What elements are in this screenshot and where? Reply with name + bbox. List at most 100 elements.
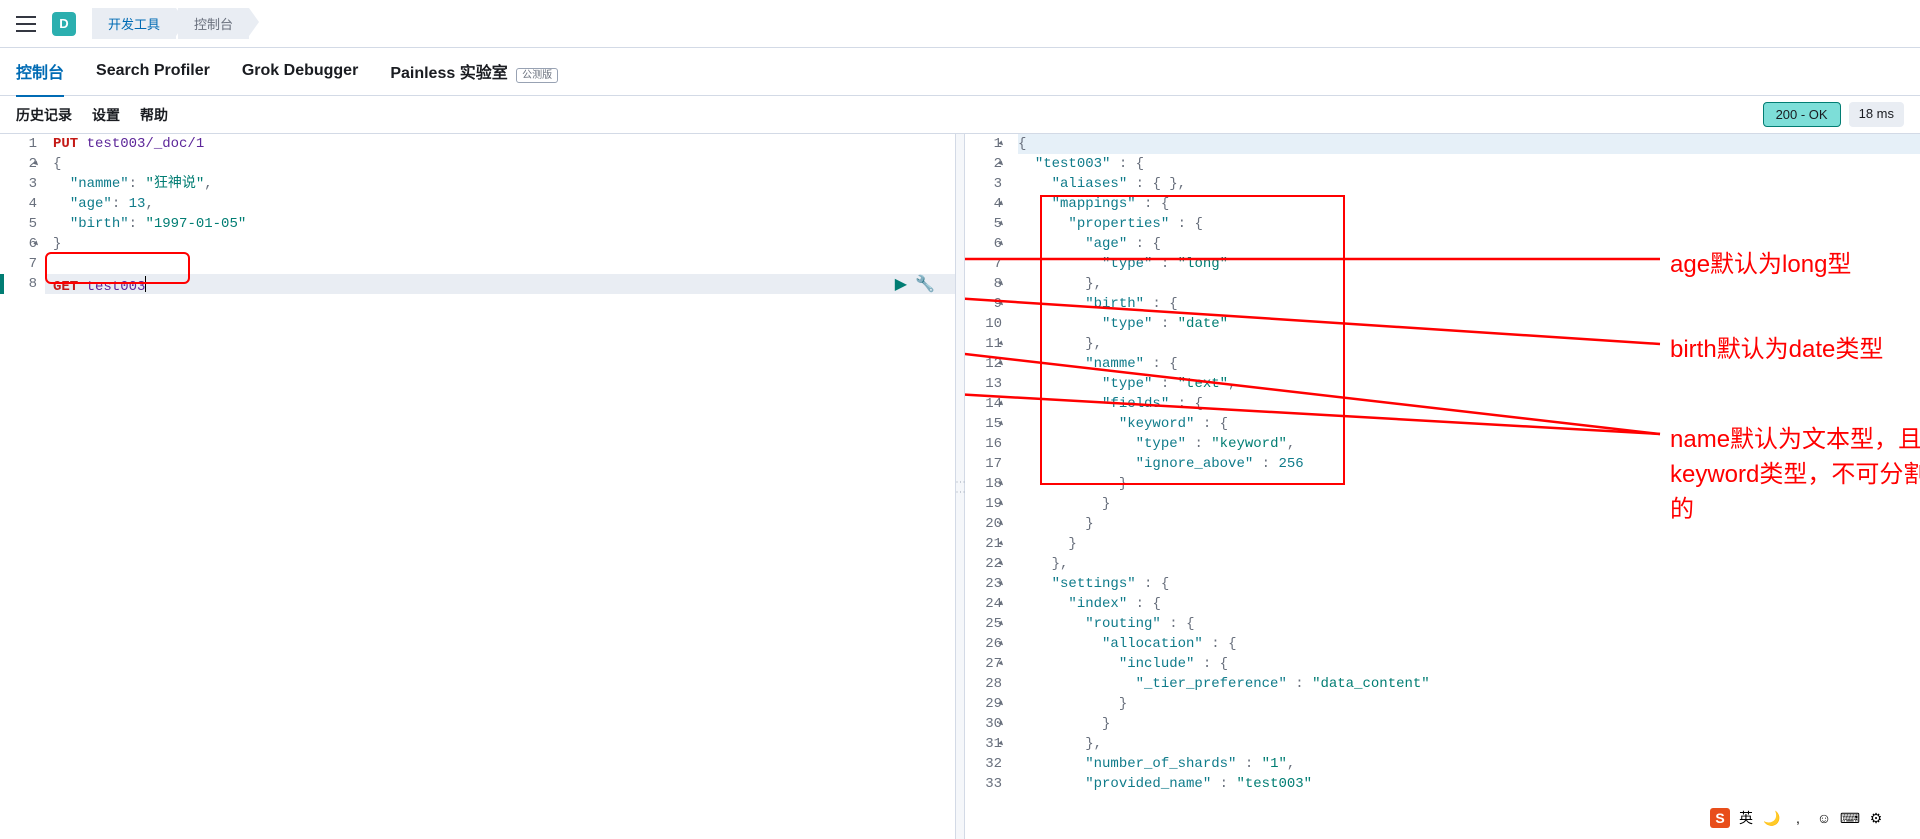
ime-icon[interactable]: S bbox=[1710, 808, 1730, 828]
play-icon[interactable]: ▶ bbox=[895, 274, 907, 294]
code-line[interactable]: } bbox=[53, 234, 955, 254]
fold-arrow-icon[interactable]: ▸ bbox=[993, 195, 1010, 212]
fold-arrow-icon[interactable]: ▸ bbox=[28, 155, 45, 172]
code-line[interactable]: "number_of_shards" : "1", bbox=[1018, 754, 1920, 774]
code-line[interactable]: "properties" : { bbox=[1018, 214, 1920, 234]
code-line[interactable]: }, bbox=[1018, 734, 1920, 754]
line-number: 29▸ bbox=[965, 694, 1002, 714]
code-line[interactable]: } bbox=[1018, 474, 1920, 494]
code-line[interactable]: GET test003 bbox=[53, 274, 955, 294]
code-line[interactable]: "age": 13, bbox=[53, 194, 955, 214]
line-number: 16 bbox=[965, 434, 1002, 454]
fold-arrow-icon[interactable]: ▸ bbox=[993, 335, 1010, 352]
code-line[interactable]: "fields" : { bbox=[1018, 394, 1920, 414]
tab-grok-debugger[interactable]: Grok Debugger bbox=[242, 50, 358, 94]
code-line[interactable]: "keyword" : { bbox=[1018, 414, 1920, 434]
taskbar: S 英 🌙 , ☺ ⌨ ⚙ bbox=[1706, 807, 1890, 829]
fold-arrow-icon[interactable]: ▸ bbox=[993, 695, 1010, 712]
code-line[interactable]: { bbox=[1018, 134, 1920, 154]
keyboard-icon[interactable]: ⌨ bbox=[1840, 808, 1860, 828]
code-line[interactable]: }, bbox=[1018, 274, 1920, 294]
fold-arrow-icon[interactable]: ▸ bbox=[993, 355, 1010, 372]
fold-arrow-icon[interactable]: ▸ bbox=[28, 235, 45, 252]
fold-arrow-icon[interactable]: ▸ bbox=[993, 535, 1010, 552]
fold-arrow-icon[interactable]: ▸ bbox=[993, 515, 1010, 532]
fold-arrow-icon[interactable]: ▸ bbox=[993, 235, 1010, 252]
code-line[interactable]: "index" : { bbox=[1018, 594, 1920, 614]
code-line[interactable]: "namme" : { bbox=[1018, 354, 1920, 374]
code-line[interactable] bbox=[53, 254, 955, 274]
code-line[interactable]: "settings" : { bbox=[1018, 574, 1920, 594]
fold-arrow-icon[interactable]: ▸ bbox=[993, 575, 1010, 592]
menu-icon[interactable] bbox=[16, 16, 36, 32]
fold-arrow-icon[interactable]: ▸ bbox=[993, 615, 1010, 632]
code-line[interactable]: }, bbox=[1018, 554, 1920, 574]
moon-icon[interactable]: 🌙 bbox=[1762, 808, 1782, 828]
code-line[interactable]: } bbox=[1018, 514, 1920, 534]
fold-arrow-icon[interactable]: ▸ bbox=[993, 275, 1010, 292]
code-line[interactable]: "namme": "狂神说", bbox=[53, 174, 955, 194]
code-line[interactable]: } bbox=[1018, 714, 1920, 734]
tabs-bar: 控制台 Search Profiler Grok Debugger Painle… bbox=[0, 48, 1920, 96]
code-line[interactable]: "type" : "date" bbox=[1018, 314, 1920, 334]
fold-arrow-icon[interactable]: ▸ bbox=[993, 635, 1010, 652]
beta-badge: 公测版 bbox=[516, 68, 558, 83]
logo-badge[interactable]: D bbox=[52, 12, 76, 36]
code-line[interactable]: "type" : "long" bbox=[1018, 254, 1920, 274]
fold-arrow-icon[interactable]: ▸ bbox=[993, 415, 1010, 432]
code-line[interactable]: "routing" : { bbox=[1018, 614, 1920, 634]
tab-search-profiler[interactable]: Search Profiler bbox=[96, 50, 210, 94]
smile-icon[interactable]: ☺ bbox=[1814, 808, 1834, 828]
response-content[interactable]: { "test003" : { "aliases" : { }, "mappin… bbox=[1010, 134, 1920, 839]
dot-icon[interactable]: , bbox=[1788, 808, 1808, 828]
fold-arrow-icon[interactable]: ▸ bbox=[993, 715, 1010, 732]
fold-arrow-icon[interactable]: ▸ bbox=[993, 395, 1010, 412]
line-number: 21▸ bbox=[965, 534, 1002, 554]
tab-painless-label: Painless 实验室 bbox=[390, 65, 507, 82]
fold-arrow-icon[interactable]: ▸ bbox=[993, 495, 1010, 512]
fold-arrow-icon[interactable]: ▸ bbox=[993, 295, 1010, 312]
code-line[interactable]: "include" : { bbox=[1018, 654, 1920, 674]
code-line[interactable]: "allocation" : { bbox=[1018, 634, 1920, 654]
sub-menu-help[interactable]: 帮助 bbox=[140, 105, 168, 125]
code-line[interactable]: } bbox=[1018, 534, 1920, 554]
request-content[interactable]: PUT test003/_doc/1{ "namme": "狂神说", "age… bbox=[45, 134, 955, 839]
code-line[interactable]: "birth" : { bbox=[1018, 294, 1920, 314]
code-line[interactable]: "type" : "keyword", bbox=[1018, 434, 1920, 454]
fold-arrow-icon[interactable]: ▸ bbox=[993, 475, 1010, 492]
fold-arrow-icon[interactable]: ▸ bbox=[993, 155, 1010, 172]
pane-divider[interactable]: ⋮⋮ bbox=[955, 134, 965, 839]
code-line[interactable]: "mappings" : { bbox=[1018, 194, 1920, 214]
code-line[interactable]: "test003" : { bbox=[1018, 154, 1920, 174]
code-line[interactable]: "_tier_preference" : "data_content" bbox=[1018, 674, 1920, 694]
breadcrumb-console[interactable]: 控制台 bbox=[178, 8, 249, 39]
code-line[interactable]: } bbox=[1018, 694, 1920, 714]
sub-menu-settings[interactable]: 设置 bbox=[92, 105, 120, 125]
fold-arrow-icon[interactable]: ▸ bbox=[993, 215, 1010, 232]
ime-lang[interactable]: 英 bbox=[1736, 808, 1756, 828]
code-line[interactable]: "birth": "1997-01-05" bbox=[53, 214, 955, 234]
code-line[interactable]: "age" : { bbox=[1018, 234, 1920, 254]
fold-arrow-icon[interactable]: ▸ bbox=[993, 135, 1010, 152]
fold-arrow-icon[interactable]: ▸ bbox=[993, 595, 1010, 612]
settings-icon[interactable]: ⚙ bbox=[1866, 808, 1886, 828]
code-line[interactable]: "aliases" : { }, bbox=[1018, 174, 1920, 194]
tab-painless-lab[interactable]: Painless 实验室 公测版 bbox=[390, 47, 558, 97]
tab-console[interactable]: 控制台 bbox=[16, 47, 64, 97]
code-line[interactable]: "type" : "text", bbox=[1018, 374, 1920, 394]
response-pane[interactable]: 1▸2▸34▸5▸6▸78▸9▸1011▸12▸1314▸15▸161718▸1… bbox=[965, 134, 1920, 839]
code-line[interactable]: { bbox=[53, 154, 955, 174]
fold-arrow-icon[interactable]: ▸ bbox=[993, 655, 1010, 672]
code-line[interactable]: PUT test003/_doc/1 bbox=[53, 134, 955, 154]
sub-menu-history[interactable]: 历史记录 bbox=[16, 105, 72, 125]
code-line[interactable]: }, bbox=[1018, 334, 1920, 354]
code-line[interactable]: "provided_name" : "test003" bbox=[1018, 774, 1920, 794]
fold-arrow-icon[interactable]: ▸ bbox=[993, 555, 1010, 572]
wrench-icon[interactable]: 🔧 bbox=[915, 274, 935, 294]
breadcrumb-dev-tools[interactable]: 开发工具 bbox=[92, 8, 176, 39]
fold-arrow-icon[interactable]: ▸ bbox=[993, 735, 1010, 752]
request-pane[interactable]: 12▸3456▸78 PUT test003/_doc/1{ "namme": … bbox=[0, 134, 955, 839]
code-line[interactable]: "ignore_above" : 256 bbox=[1018, 454, 1920, 474]
line-number: 6▸ bbox=[965, 234, 1002, 254]
code-line[interactable]: } bbox=[1018, 494, 1920, 514]
